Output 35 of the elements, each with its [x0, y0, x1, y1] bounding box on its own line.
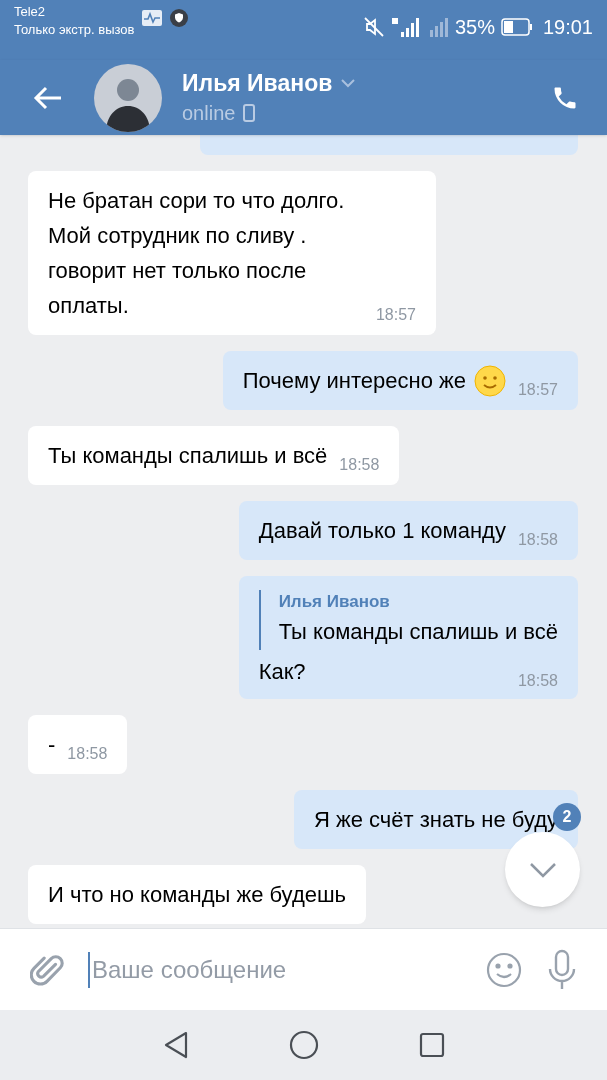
message-time: 18:57: [375, 305, 416, 325]
contact-name[interactable]: Илья Иванов: [182, 67, 333, 98]
message-time: 18:58: [67, 744, 108, 764]
microphone-icon[interactable]: [547, 948, 577, 991]
activity-icon: [142, 10, 163, 26]
smiley-icon[interactable]: [485, 950, 523, 989]
battery-icon: [500, 18, 533, 36]
signal-icon: [390, 16, 421, 38]
phone-device-icon: [243, 103, 256, 122]
message-text: -: [48, 731, 56, 759]
emergency-calls-text: Только экстр. вызов: [14, 21, 135, 39]
message-text: И что но команды же будешь: [48, 881, 347, 909]
shield-icon: [170, 9, 189, 27]
battery-percent: 35%: [454, 15, 495, 40]
chevron-down-icon: [528, 861, 557, 878]
quote-text: Ты команды спалишь и всё: [278, 618, 558, 646]
message-time: 18:58: [517, 530, 558, 550]
online-status: online: [182, 100, 236, 126]
back-arrow-icon: [33, 85, 63, 110]
message-text: Ты команды спалишь и всё: [48, 442, 328, 470]
message-text: Давай только 1 команду: [258, 517, 506, 545]
chevron-down-icon: [340, 77, 357, 88]
quote-author: Илья Иванов: [278, 591, 391, 613]
carrier-name: Tele2: [14, 4, 47, 20]
home-nav-icon[interactable]: [288, 1030, 319, 1060]
clock: 19:01: [542, 15, 593, 40]
back-nav-icon[interactable]: [162, 1031, 189, 1059]
message-text: Как?: [258, 658, 306, 686]
message-time: 18:58: [339, 455, 380, 475]
muted-icon: [362, 16, 385, 38]
recents-nav-icon[interactable]: [418, 1032, 445, 1058]
message-time: 18:58: [517, 671, 558, 691]
message-text: Не братан сори то что долго. Мой сотрудник по сливу . говорит нет только после оплаты.: [48, 187, 346, 320]
message-text: Почему интересно же: [242, 367, 466, 395]
message-time: 18:57: [517, 380, 558, 400]
